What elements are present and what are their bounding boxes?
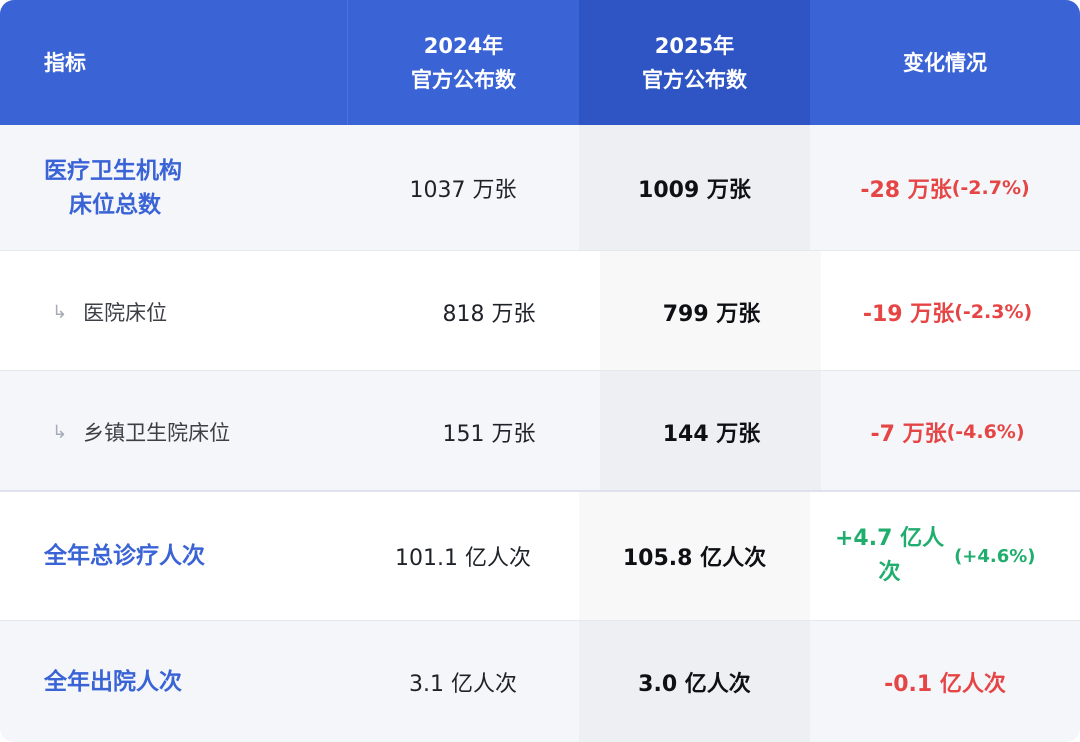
row-label-text: 乡镇卫生院床位	[83, 421, 231, 445]
row-divider	[0, 620, 1080, 621]
change-value: +4.7 亿人 次 (+4.6%)	[835, 520, 1075, 592]
column-2025-shade	[579, 492, 810, 742]
header-2025: 2025年 官方公布数	[579, 0, 810, 125]
return-arrow-icon: ↳	[52, 301, 68, 323]
header-2025-year: 2025年	[654, 33, 735, 58]
value-2024: 151 万张	[442, 422, 536, 447]
row-divider	[0, 490, 1080, 492]
value-2025: 799 万张	[662, 302, 761, 327]
return-arrow-icon: ↳	[52, 421, 68, 443]
row-label-line2: 床位总数	[69, 192, 161, 218]
row-label-text: 医院床位	[83, 301, 168, 325]
change-value: -28 万张 (-2.7%)	[810, 170, 1080, 206]
column-2025-shade	[600, 251, 821, 491]
header-indicator-label: 指标	[44, 50, 86, 75]
change-value: -19 万张 (-2.3%)	[815, 294, 1080, 330]
change-amount: -28 万张	[860, 178, 952, 203]
row-label: 全年总诊疗人次	[44, 543, 205, 569]
header-2024-year: 2024年	[423, 33, 504, 58]
change-percent: (-2.3%)	[954, 301, 1033, 323]
value-2025: 3.0 亿人次	[638, 672, 751, 697]
change-amount: +4.7 亿人 次	[835, 522, 944, 590]
change-percent: (+4.6%)	[954, 545, 1036, 567]
value-2024: 3.1 亿人次	[409, 672, 517, 697]
value-2025: 105.8 亿人次	[622, 546, 767, 571]
change-value: -0.1 亿人次	[810, 664, 1080, 700]
value-2025: 1009 万张	[638, 178, 751, 203]
change-amount-line1: +4.7 亿人	[835, 526, 945, 551]
row-label: 医疗卫生机构 床位总数	[44, 150, 304, 226]
value-2024: 1037 万张	[409, 178, 517, 203]
row-label: ↳ 乡镇卫生院床位	[52, 414, 352, 450]
row-label: 全年出院人次	[44, 669, 182, 695]
row-label: ↳ 医院床位	[52, 294, 342, 330]
comparison-table: 指标 2024年 官方公布数 2025年 官方公布数 变化情况 医疗卫生机构 床…	[0, 0, 1080, 742]
value-2024: 101.1 亿人次	[395, 546, 531, 571]
header-change: 变化情况	[810, 0, 1080, 125]
header-indicator: 指标	[0, 0, 347, 125]
change-percent: (-2.7%)	[951, 177, 1030, 199]
row-divider	[0, 250, 1080, 251]
change-amount-line2: 次	[878, 560, 901, 585]
value-2025: 144 万张	[662, 422, 761, 447]
row-label-line1: 医疗卫生机构	[44, 158, 182, 184]
row-divider	[0, 370, 1080, 371]
header-2024: 2024年 官方公布数	[347, 0, 579, 125]
change-amount: -0.1 亿人次	[884, 672, 1006, 697]
change-amount: -19 万张	[862, 302, 955, 327]
header-2024-subtitle: 官方公布数	[411, 67, 516, 92]
change-amount: -7 万张	[870, 422, 947, 447]
header-2025-subtitle: 官方公布数	[642, 67, 747, 92]
header-change-label: 变化情况	[903, 50, 987, 75]
change-value: -7 万张 (-4.6%)	[815, 414, 1080, 450]
change-percent: (-4.6%)	[946, 421, 1025, 443]
value-2024: 818 万张	[442, 302, 536, 327]
